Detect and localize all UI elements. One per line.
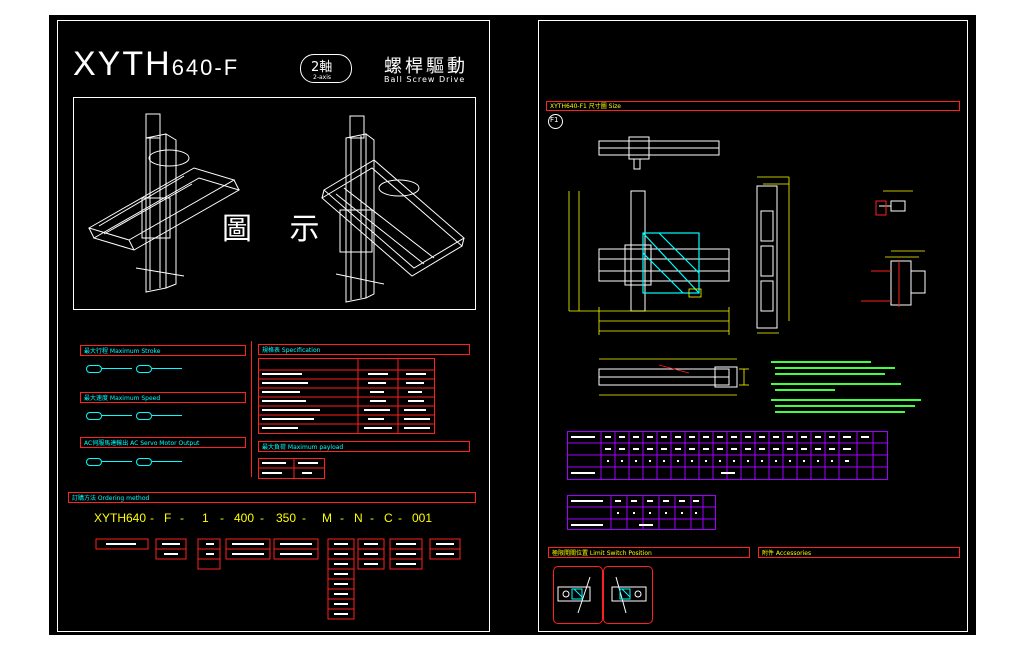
axis-badge-label: 2軸 (311, 60, 333, 75)
servo-output-header: AC伺服馬達輸出 AC Servo Motor Output (80, 437, 246, 448)
payload-table (258, 458, 325, 479)
code-sep: - (150, 511, 154, 525)
code-sep: - (398, 511, 402, 525)
code-brake: N (354, 511, 363, 525)
ordering-title: 訂購方法 Ordering method (72, 495, 150, 502)
code-sep: - (370, 511, 374, 525)
code-sep: - (302, 511, 306, 525)
code-sep: - (260, 511, 264, 525)
drive-type-en: Ball Screw Drive (384, 75, 466, 84)
column-divider (251, 341, 252, 477)
product-title: XYTH640-F (73, 45, 239, 84)
code-size: 1 (202, 511, 209, 525)
accessories-title: 附件 Accessories (762, 550, 812, 557)
size-header: XYTH640-F1 尺寸圖 Size (546, 101, 960, 111)
limit-switch-header: 極限開關位置 Limit Switch Position (548, 547, 750, 558)
max-stroke-header: 最大行程 Maximum Stroke (80, 345, 246, 356)
axis-badge-sublabel: 2-axis (312, 74, 333, 81)
code-motor: M (322, 511, 332, 525)
right-sheet: XYTH640-F1 尺寸圖 Size F1 極限開關位置 Limit Swit… (538, 20, 968, 632)
limit-switch-title: 極限開關位置 Limit Switch Position (552, 550, 652, 557)
max-stroke-title: 最大行程 Maximum Stroke (84, 348, 161, 355)
left-sheet: XYTH640-F 2軸 2-axis 螺桿驅動 Ball Screw Driv… (57, 20, 490, 632)
code-type: F (164, 511, 172, 525)
product-variant: 640-F (171, 55, 240, 80)
code-cable: C (384, 511, 393, 525)
ordering-option-boxes (95, 538, 461, 620)
accessories-header: 附件 Accessories (758, 547, 960, 558)
product-model: XYTH (73, 45, 172, 83)
size-title: XYTH640-F1 尺寸圖 Size (550, 103, 621, 110)
limit-switch-diagram-1 (557, 576, 591, 614)
axis-badge: 2軸 2-axis (300, 54, 352, 83)
limit-switch-panel-2 (603, 566, 653, 624)
code-sep: - (340, 511, 344, 525)
max-speed-title: 最大速度 Maximum Speed (84, 395, 161, 402)
code-x-stroke: 400 (234, 511, 255, 525)
specification-title: 規格表 Specification (262, 347, 321, 354)
dimension-drawing (568, 136, 926, 413)
servo-output-title: AC伺服馬達輸出 AC Servo Motor Output (84, 440, 200, 447)
dimension-tables (567, 431, 888, 530)
code-sep: - (180, 511, 184, 525)
illustration-frame: 圖 示 (73, 97, 476, 310)
max-payload-title: 最大負荷 Maximum payload (262, 444, 344, 451)
code-model: XYTH640 (94, 511, 147, 525)
cad-canvas: XYTH640-F 2軸 2-axis 螺桿驅動 Ball Screw Driv… (49, 15, 976, 635)
code-sep: - (220, 511, 224, 525)
max-speed-header: 最大速度 Maximum Speed (80, 392, 246, 403)
limit-switch-diagram-2 (611, 576, 647, 614)
ordering-header: 訂購方法 Ordering method (68, 492, 476, 503)
code-y-stroke: 350 (276, 511, 297, 525)
specification-header: 規格表 Specification (258, 344, 470, 355)
specification-table (258, 358, 435, 434)
max-payload-header: 最大負荷 Maximum payload (258, 441, 470, 452)
illustration-label: 圖 示 (222, 212, 334, 247)
code-serial: 001 (412, 511, 433, 525)
limit-switch-panel-1 (553, 566, 603, 624)
ordering-code: XYTH640 - F - 1 - 400 - 350 - M - N - C … (94, 511, 474, 527)
